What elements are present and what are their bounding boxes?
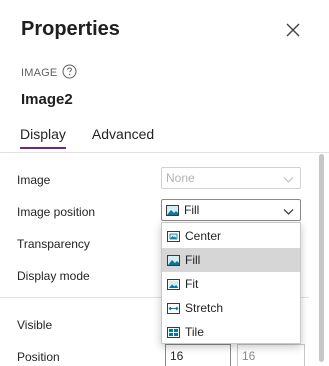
- chevron-down-icon: [283, 205, 294, 219]
- tabs-divider: [0, 152, 329, 153]
- tab-advanced[interactable]: Advanced: [92, 126, 154, 149]
- option-label: Center: [185, 229, 222, 243]
- option-tile[interactable]: Tile: [162, 320, 300, 344]
- position-x-input[interactable]: 16: [165, 344, 231, 366]
- position-y-input[interactable]: 16: [237, 344, 305, 366]
- visible-label: Visible: [17, 318, 53, 332]
- option-label: Fit: [185, 277, 199, 291]
- close-icon[interactable]: [282, 19, 304, 41]
- image-fill-icon: [166, 204, 179, 216]
- image-center-icon: [167, 230, 180, 242]
- tab-bar: Display Advanced: [20, 126, 154, 149]
- help-circle-icon[interactable]: [62, 64, 77, 79]
- position-label: Position: [17, 350, 60, 364]
- scrollbar-thumb[interactable]: [319, 154, 324, 362]
- option-fit[interactable]: Fit: [162, 272, 300, 296]
- option-label: Tile: [185, 325, 204, 339]
- image-dropdown-value: None: [166, 171, 195, 185]
- option-label: Stretch: [185, 301, 224, 315]
- chevron-down-icon: [283, 173, 294, 187]
- properties-pane: Properties IMAGE Image2 Display Advanced…: [0, 0, 329, 366]
- image-position-label: Image position: [17, 205, 96, 219]
- image-position-value: Fill: [184, 203, 200, 217]
- pane-title: Properties: [21, 18, 120, 40]
- image-stretch-icon: [167, 302, 180, 314]
- option-label: Fill: [185, 253, 201, 267]
- option-center[interactable]: Center: [162, 224, 300, 248]
- transparency-label: Transparency: [17, 237, 90, 251]
- display-mode-label: Display mode: [17, 269, 90, 283]
- control-name: Image2: [21, 91, 73, 108]
- image-position-menu: Center Fill Fit Stretch Tile: [161, 222, 301, 344]
- option-fill[interactable]: Fill: [162, 248, 300, 272]
- image-tile-icon: [167, 326, 180, 338]
- image-fit-icon: [167, 278, 180, 290]
- image-dropdown: None: [161, 167, 301, 189]
- option-stretch[interactable]: Stretch: [162, 296, 300, 320]
- image-position-dropdown[interactable]: Fill: [161, 199, 301, 221]
- image-fill-icon: [167, 254, 180, 266]
- control-type-label: IMAGE: [21, 67, 58, 79]
- vertical-scrollbar[interactable]: [315, 152, 329, 366]
- image-label: Image: [17, 173, 51, 187]
- tab-display[interactable]: Display: [20, 126, 66, 149]
